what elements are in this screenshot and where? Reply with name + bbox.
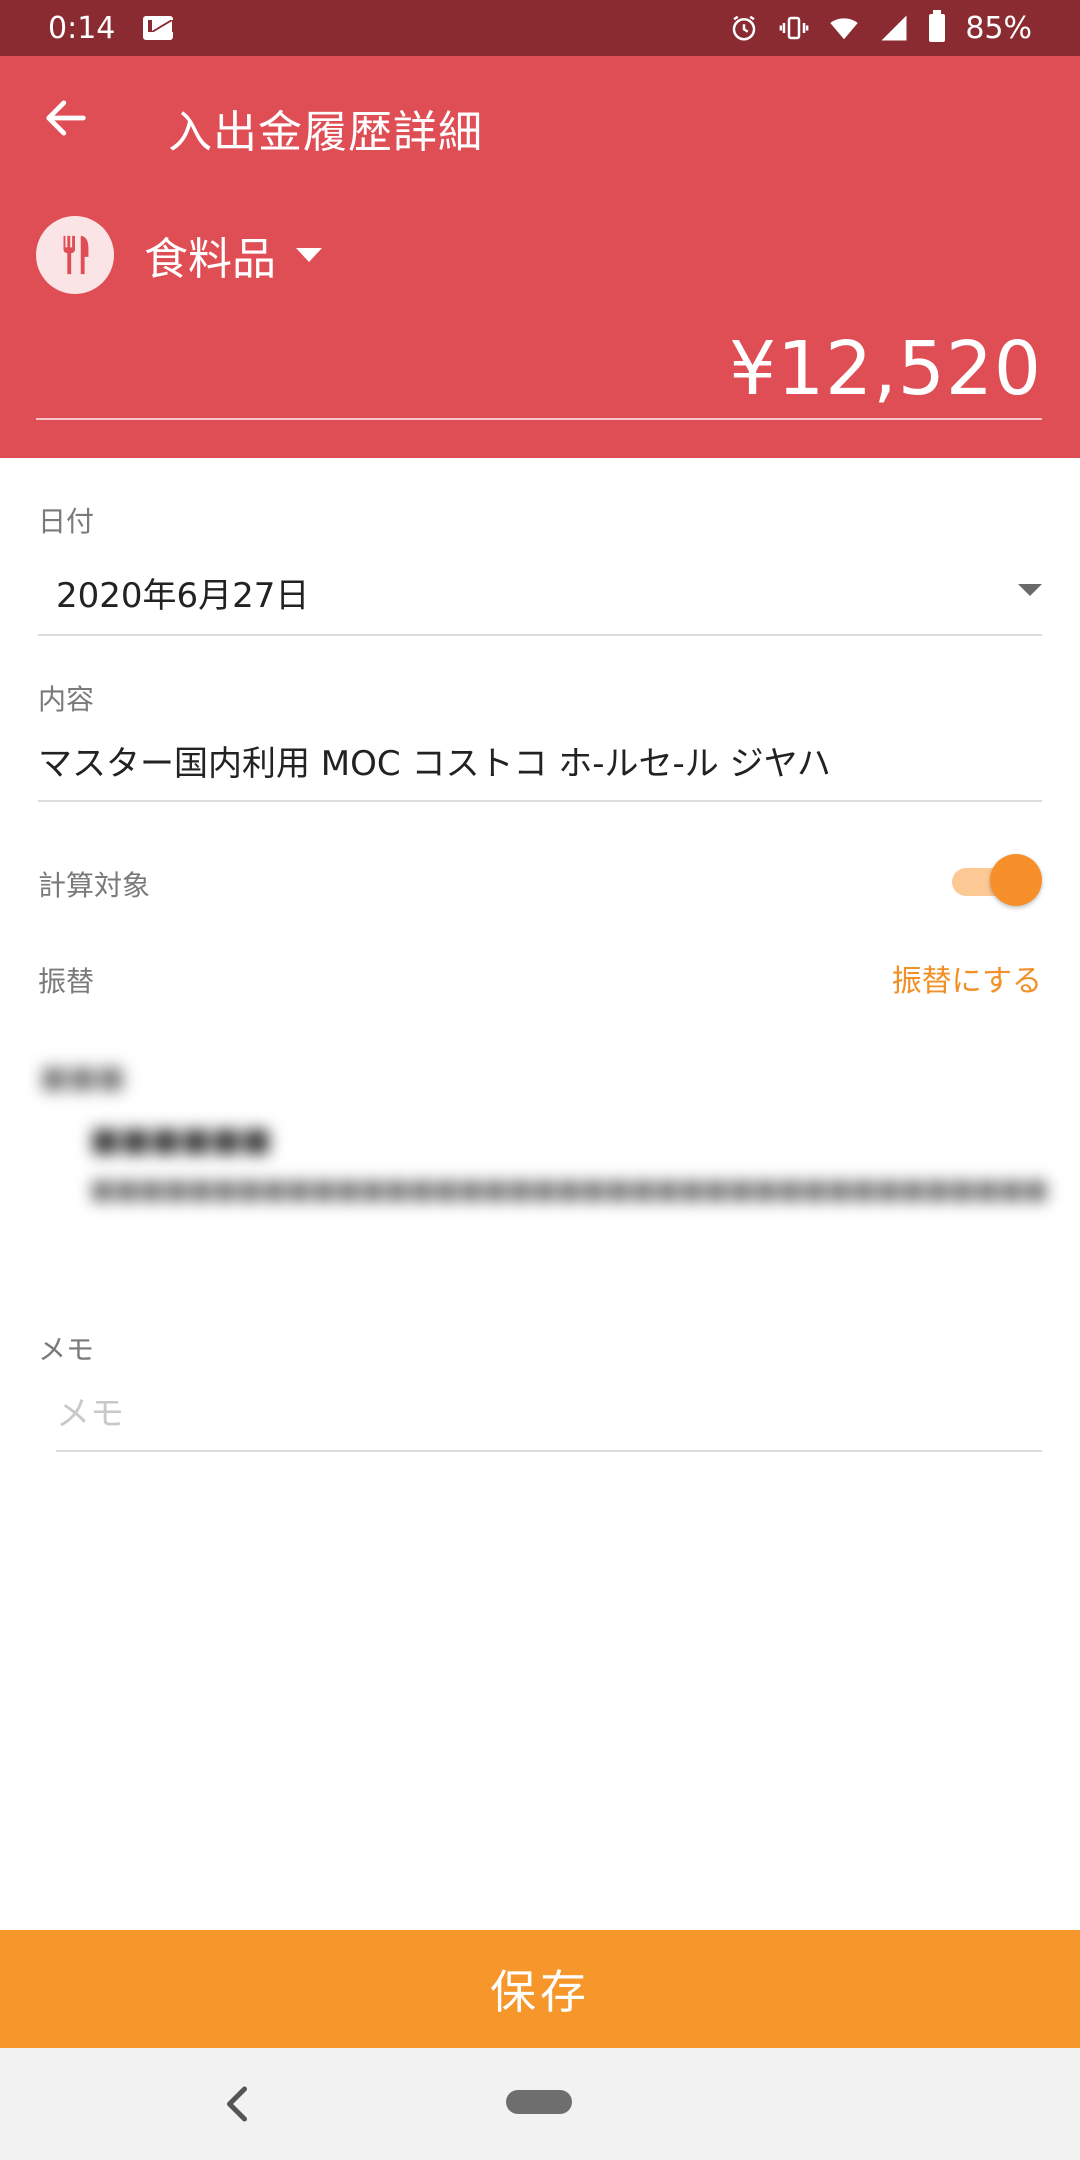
back-arrow-icon[interactable] (40, 92, 92, 144)
calc-target-toggle[interactable] (952, 852, 1042, 908)
status-time: 0:14 (48, 10, 116, 46)
screen: 0:14 85% 入出金履歴詳細 食料品 ¥12,520 日付 2020年6月2… (0, 0, 1080, 2160)
page-title: 入出金履歴詳細 (168, 107, 483, 158)
toggle-thumb (990, 854, 1042, 906)
category-selector[interactable]: 食料品 (36, 216, 322, 294)
divider (38, 634, 1042, 636)
date-label: 日付 (38, 505, 95, 538)
fork-knife-icon (36, 216, 114, 294)
dropdown-caret-icon (296, 248, 322, 262)
alarm-icon (733, 15, 756, 41)
memo-underline (56, 1450, 1042, 1452)
date-value[interactable]: 2020年6月27日 (56, 568, 309, 617)
system-nav-bar (0, 2048, 1080, 2160)
content-field[interactable]: マスター国内利用 MOC コストコ ホ-ルセ-ル ジヤハ (38, 736, 831, 785)
date-dropdown-icon[interactable] (1018, 584, 1042, 596)
app-header: 入出金履歴詳細 食料品 ¥12,520 (0, 56, 1080, 458)
battery-percent: 85% (965, 10, 1032, 46)
calc-target-label: 計算対象 (38, 869, 151, 902)
mail-icon (143, 16, 177, 40)
status-bar: 0:14 85% (0, 0, 1080, 56)
save-button[interactable]: 保存 (0, 1930, 1080, 2048)
transfer-action-link[interactable]: 振替にする (892, 956, 1042, 1000)
content-label: 内容 (38, 683, 95, 716)
nav-back-icon[interactable] (224, 2084, 250, 2124)
memo-label: メモ (38, 1333, 95, 1366)
battery-icon (929, 10, 946, 42)
amount-underline (36, 418, 1042, 420)
redacted-account-section: ■■■ ■■■■■■ ■■■■■■■■■■■■■■■■■■■■■■■■■■■■■… (30, 1050, 1049, 1280)
signal-icon (881, 15, 907, 41)
wifi-icon (830, 18, 859, 40)
redacted-label: ■■■ (40, 1060, 126, 1095)
transfer-label: 振替 (38, 965, 95, 998)
nav-home-pill[interactable] (506, 2090, 572, 2114)
divider (38, 800, 1042, 802)
category-label: 食料品 (144, 234, 276, 285)
memo-input[interactable] (56, 1384, 1042, 1444)
redacted-title: ■■■■■■ (90, 1120, 272, 1158)
vibrate-icon (779, 16, 809, 40)
amount-value[interactable]: ¥12,520 (729, 326, 1042, 412)
redacted-subtext: ■■■■■■■■■■■■■■■■■■■■■■■■■■■■■■■■■■■■■■■ (90, 1175, 1049, 1205)
